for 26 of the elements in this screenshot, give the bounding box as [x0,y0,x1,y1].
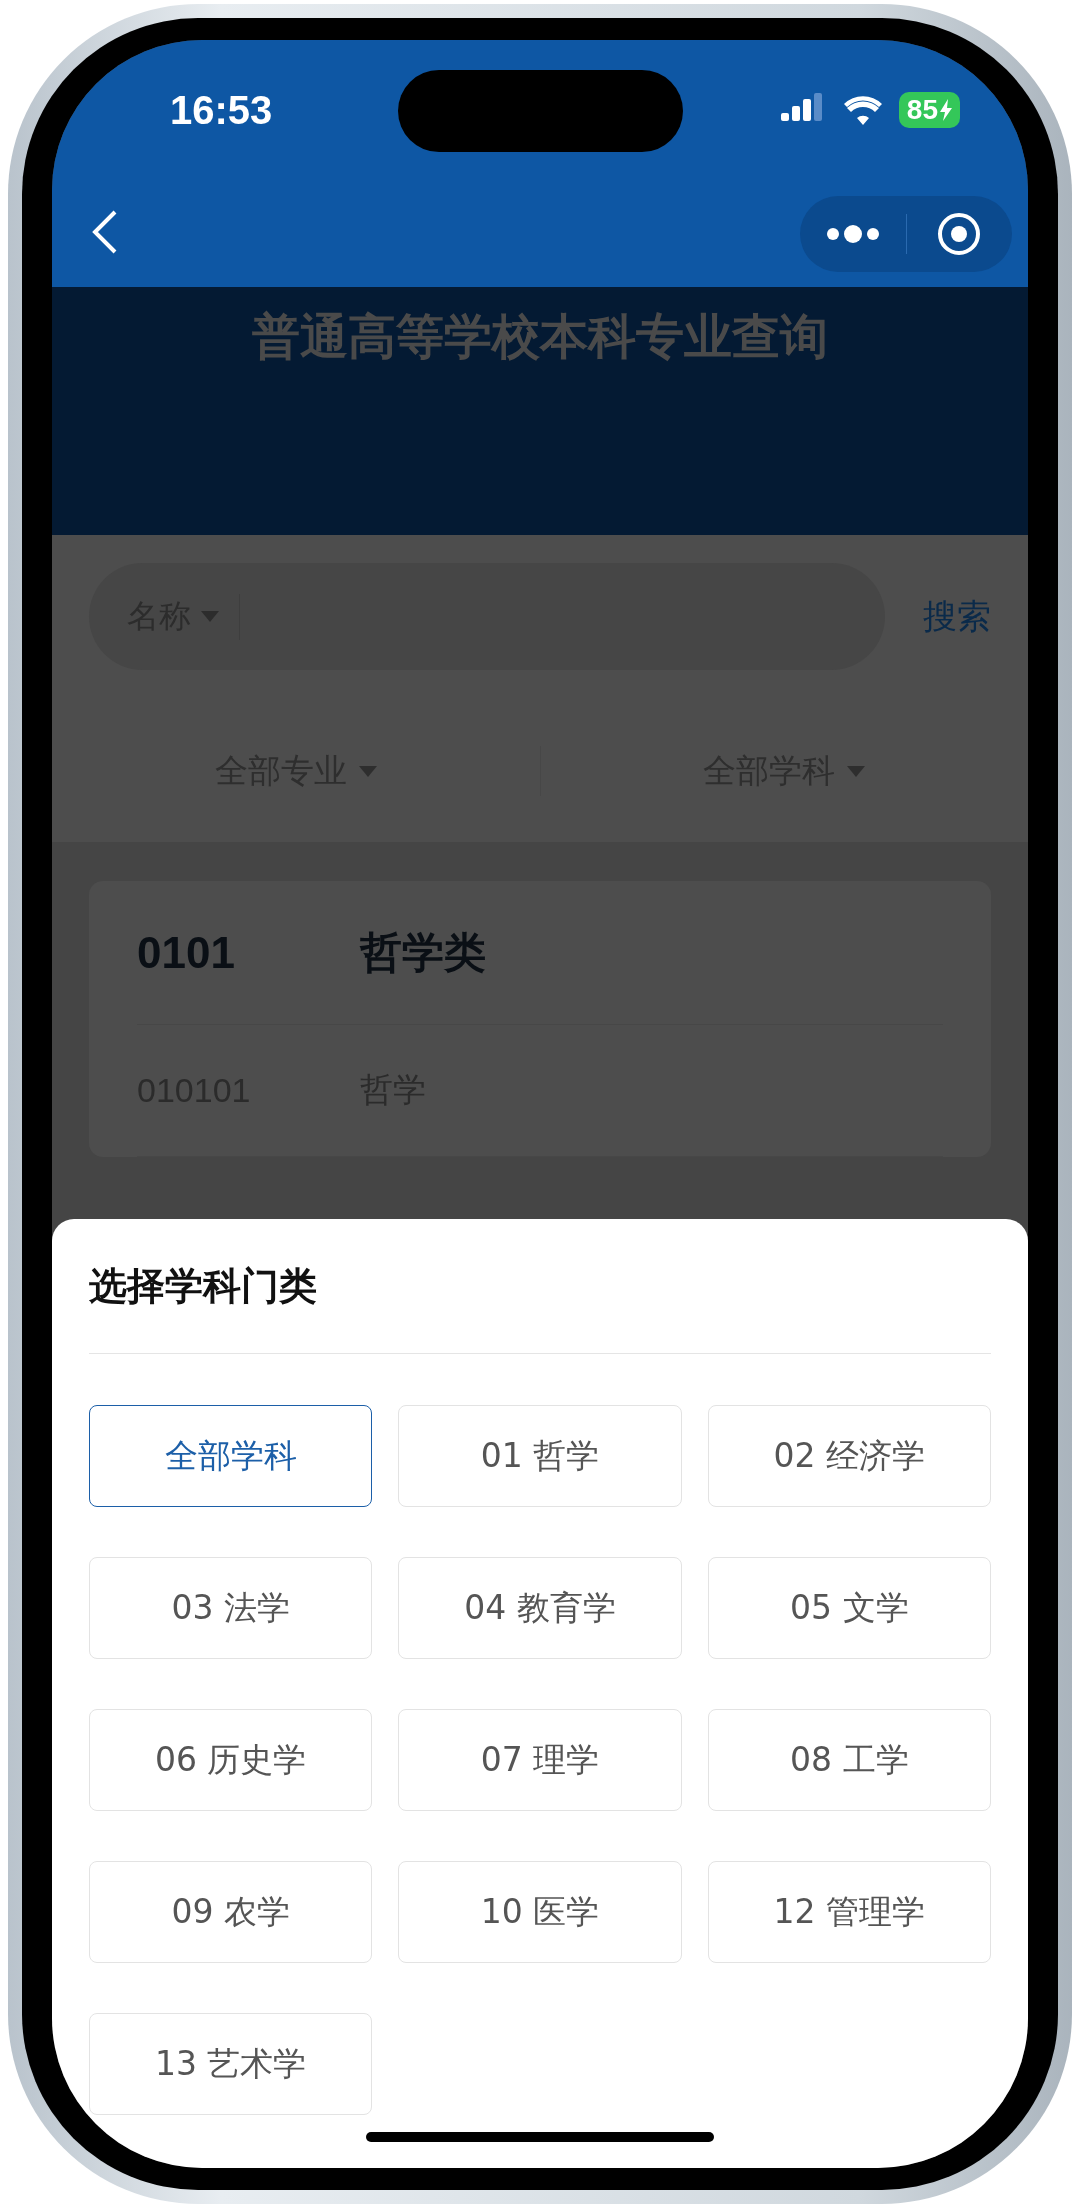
page-title: 普通高等学校本科专业查询 [252,307,828,365]
discipline-option[interactable]: 04 教育学 [398,1557,682,1659]
status-time: 16:53 [170,87,273,133]
back-icon [92,210,118,254]
discipline-option[interactable]: 全部学科 [89,1405,373,1507]
category-name: 哲学类 [360,926,486,979]
discipline-option[interactable]: 08 工学 [707,1709,991,1811]
caret-icon [201,611,219,622]
discipline-option[interactable]: 12 管理学 [707,1861,991,1963]
caret-icon [847,765,866,777]
category-code: 0101 [137,927,236,978]
discipline-option[interactable]: 06 历史学 [89,1709,373,1811]
wifi-icon [842,95,883,125]
discipline-option[interactable]: 03 法学 [89,1557,373,1659]
sheet-title: 选择学科门类 [89,1262,317,1310]
discipline-option[interactable]: 13 艺术学 [89,2013,373,2115]
discipline-option[interactable]: 05 文学 [707,1557,991,1659]
discipline-option[interactable]: 07 理学 [398,1709,682,1811]
discipline-option[interactable]: 10 医学 [398,1861,682,1963]
more-icon [825,223,880,244]
target-icon [937,211,982,256]
discipline-option[interactable]: 09 农学 [89,1861,373,1963]
battery-icon: 85 [898,92,960,128]
caret-icon [358,765,377,777]
discipline-option[interactable]: 01 哲学 [398,1405,682,1507]
discipline-option[interactable]: 02 经济学 [707,1405,991,1507]
